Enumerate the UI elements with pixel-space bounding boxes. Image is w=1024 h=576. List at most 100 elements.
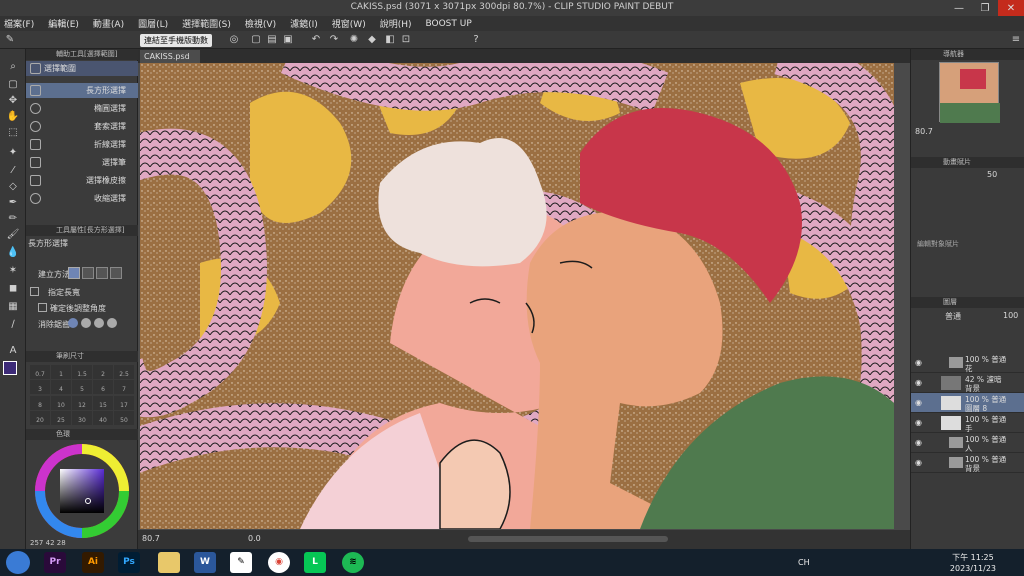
hand-icon[interactable]: ✋: [5, 111, 21, 125]
eye-icon[interactable]: ◉: [915, 438, 922, 447]
save-icon[interactable]: ▣: [282, 34, 294, 46]
horizontal-scrollbar[interactable]: [468, 536, 668, 542]
brush-size-cell[interactable]: 20: [30, 410, 50, 425]
menu-icon[interactable]: ≡: [1010, 34, 1022, 46]
transform-icon[interactable]: ◧: [384, 34, 396, 46]
layer-row[interactable]: ◉ 100 % 普通人: [911, 433, 1024, 453]
clip-studio-icon[interactable]: ✎: [230, 552, 252, 573]
illustrator-icon[interactable]: Ai: [82, 552, 104, 573]
menu-view[interactable]: 檢視(V): [245, 17, 276, 30]
sub-tool-rect-select[interactable]: 長方形選擇: [26, 83, 138, 98]
layer-opacity[interactable]: 100: [1003, 311, 1018, 320]
figure-icon[interactable]: ∕: [5, 319, 21, 333]
create-method-subtract[interactable]: [96, 267, 108, 279]
adjust-angle-checkbox[interactable]: [38, 303, 47, 312]
start-button[interactable]: [6, 551, 30, 574]
menu-filter[interactable]: 濾鏡(I): [290, 17, 318, 30]
eye-icon[interactable]: ◉: [915, 398, 922, 407]
brush-tool-icon[interactable]: 🖌: [5, 229, 21, 243]
spinner-icon[interactable]: ✺: [348, 34, 360, 46]
pen-icon[interactable]: ✒: [5, 197, 21, 211]
antialias-selector[interactable]: [68, 318, 124, 330]
brush-size-cell[interactable]: 6: [93, 380, 113, 395]
brush-icon[interactable]: ✎: [4, 34, 16, 46]
aspect-checkbox[interactable]: [30, 287, 39, 296]
sub-tool-ellipse-select[interactable]: 橢圓選擇: [26, 101, 138, 116]
layer-row[interactable]: ◉ 42 % 濾暗 背景: [911, 373, 1024, 393]
fill-icon[interactable]: ◆: [366, 34, 378, 46]
menu-help[interactable]: 說明(H): [380, 17, 412, 30]
sub-tool-lasso-select[interactable]: 套索選擇: [26, 119, 138, 134]
layer-row[interactable]: ◉ 100 % 普通 背景: [911, 453, 1024, 473]
navigator-preview[interactable]: [939, 62, 1000, 123]
smartphone-link-button[interactable]: 連結至手機版動數: [140, 34, 212, 47]
brush-size-cell[interactable]: 1: [51, 365, 71, 379]
taskbar-clock[interactable]: 下午 11:25 2023/11/23: [950, 552, 996, 574]
close-button[interactable]: ✕: [998, 0, 1024, 16]
premiere-icon[interactable]: Pr: [44, 552, 66, 573]
brush-size-cell[interactable]: 12: [72, 395, 92, 410]
brush-size-cell[interactable]: 1.5: [72, 365, 92, 379]
spotify-icon[interactable]: ≋: [342, 552, 364, 573]
brush-size-cell[interactable]: 15: [93, 395, 113, 410]
new-file-icon[interactable]: ▢: [250, 34, 262, 46]
menu-boost-up[interactable]: BOOST UP: [426, 19, 472, 29]
layer-row[interactable]: ◉ 100 % 普通手: [911, 413, 1024, 433]
word-icon[interactable]: W: [194, 552, 216, 573]
brush-size-cell[interactable]: 2: [93, 365, 113, 379]
selection-icon[interactable]: ▢: [5, 79, 21, 93]
brush-size-cell[interactable]: 3: [30, 380, 50, 395]
menu-window[interactable]: 視窗(W): [332, 17, 366, 30]
layer-row[interactable]: ◉ 100 % 普通 圖層 8: [911, 393, 1024, 413]
gradient-icon[interactable]: ▦: [5, 301, 21, 315]
brush-size-cell[interactable]: 2.5: [114, 365, 134, 379]
ime-indicator[interactable]: CH: [798, 558, 810, 567]
brush-size-cell[interactable]: 10: [51, 395, 71, 410]
help-icon[interactable]: ?: [470, 34, 482, 46]
menu-animation[interactable]: 動畫(A): [93, 17, 124, 30]
canvas-tab[interactable]: CAKISS.psd: [140, 50, 200, 63]
angle-readout[interactable]: 0.0: [248, 534, 261, 543]
maximize-button[interactable]: ❐: [972, 0, 998, 16]
brush-size-cell[interactable]: 0.7: [30, 365, 50, 379]
color-wheel[interactable]: [34, 443, 130, 539]
line-icon[interactable]: L: [304, 552, 326, 573]
eyedropper-icon[interactable]: ⁄: [5, 165, 21, 179]
star-icon[interactable]: ✶: [5, 265, 21, 279]
artwork-canvas[interactable]: [140, 63, 894, 529]
zoom-icon[interactable]: ⌕: [5, 61, 21, 75]
animation-value[interactable]: 50: [987, 170, 997, 179]
minimize-button[interactable]: —: [946, 0, 972, 16]
file-explorer-icon[interactable]: [158, 552, 180, 573]
zoom-readout[interactable]: 80.7: [142, 534, 160, 543]
text-icon[interactable]: A: [5, 345, 21, 359]
fill-bucket-icon[interactable]: ◼: [5, 283, 21, 297]
pencil-icon[interactable]: ✏: [5, 213, 21, 227]
brush-size-cell[interactable]: 25: [51, 410, 71, 425]
blend-icon[interactable]: 💧: [5, 247, 21, 261]
undo-icon[interactable]: ↶: [310, 34, 322, 46]
eye-icon[interactable]: ◉: [915, 418, 922, 427]
eye-icon[interactable]: ◉: [915, 378, 922, 387]
create-method-intersect[interactable]: [110, 267, 122, 279]
sub-tool-polyline-select[interactable]: 折線選擇: [26, 137, 138, 152]
redo-icon[interactable]: ↷: [328, 34, 340, 46]
photoshop-icon[interactable]: Ps: [118, 552, 140, 573]
chrome-icon[interactable]: ◉: [268, 552, 290, 573]
brush-size-cell[interactable]: 4: [51, 380, 71, 395]
layer-row[interactable]: ◉ 100 % 普通花: [911, 353, 1024, 373]
menu-selection[interactable]: 選擇範圍(S): [182, 17, 231, 30]
menu-edit[interactable]: 編輯(E): [48, 17, 79, 30]
brush-size-cell[interactable]: 5: [72, 380, 92, 395]
sub-tool-selection-pen[interactable]: 選擇筆: [26, 155, 138, 170]
brush-size-cell[interactable]: 50: [114, 410, 134, 425]
menu-file[interactable]: 檔案(F): [4, 17, 34, 30]
eraser-icon[interactable]: ◇: [5, 181, 21, 195]
sub-tool-group[interactable]: 選擇範圍: [26, 61, 138, 76]
open-file-icon[interactable]: ▤: [266, 34, 278, 46]
blend-mode-select[interactable]: 普通: [945, 311, 961, 322]
crop-icon[interactable]: ⊡: [400, 34, 412, 46]
create-method-new[interactable]: [68, 267, 80, 279]
eye-icon[interactable]: ◉: [915, 358, 922, 367]
brush-size-cell[interactable]: 17: [114, 395, 134, 410]
